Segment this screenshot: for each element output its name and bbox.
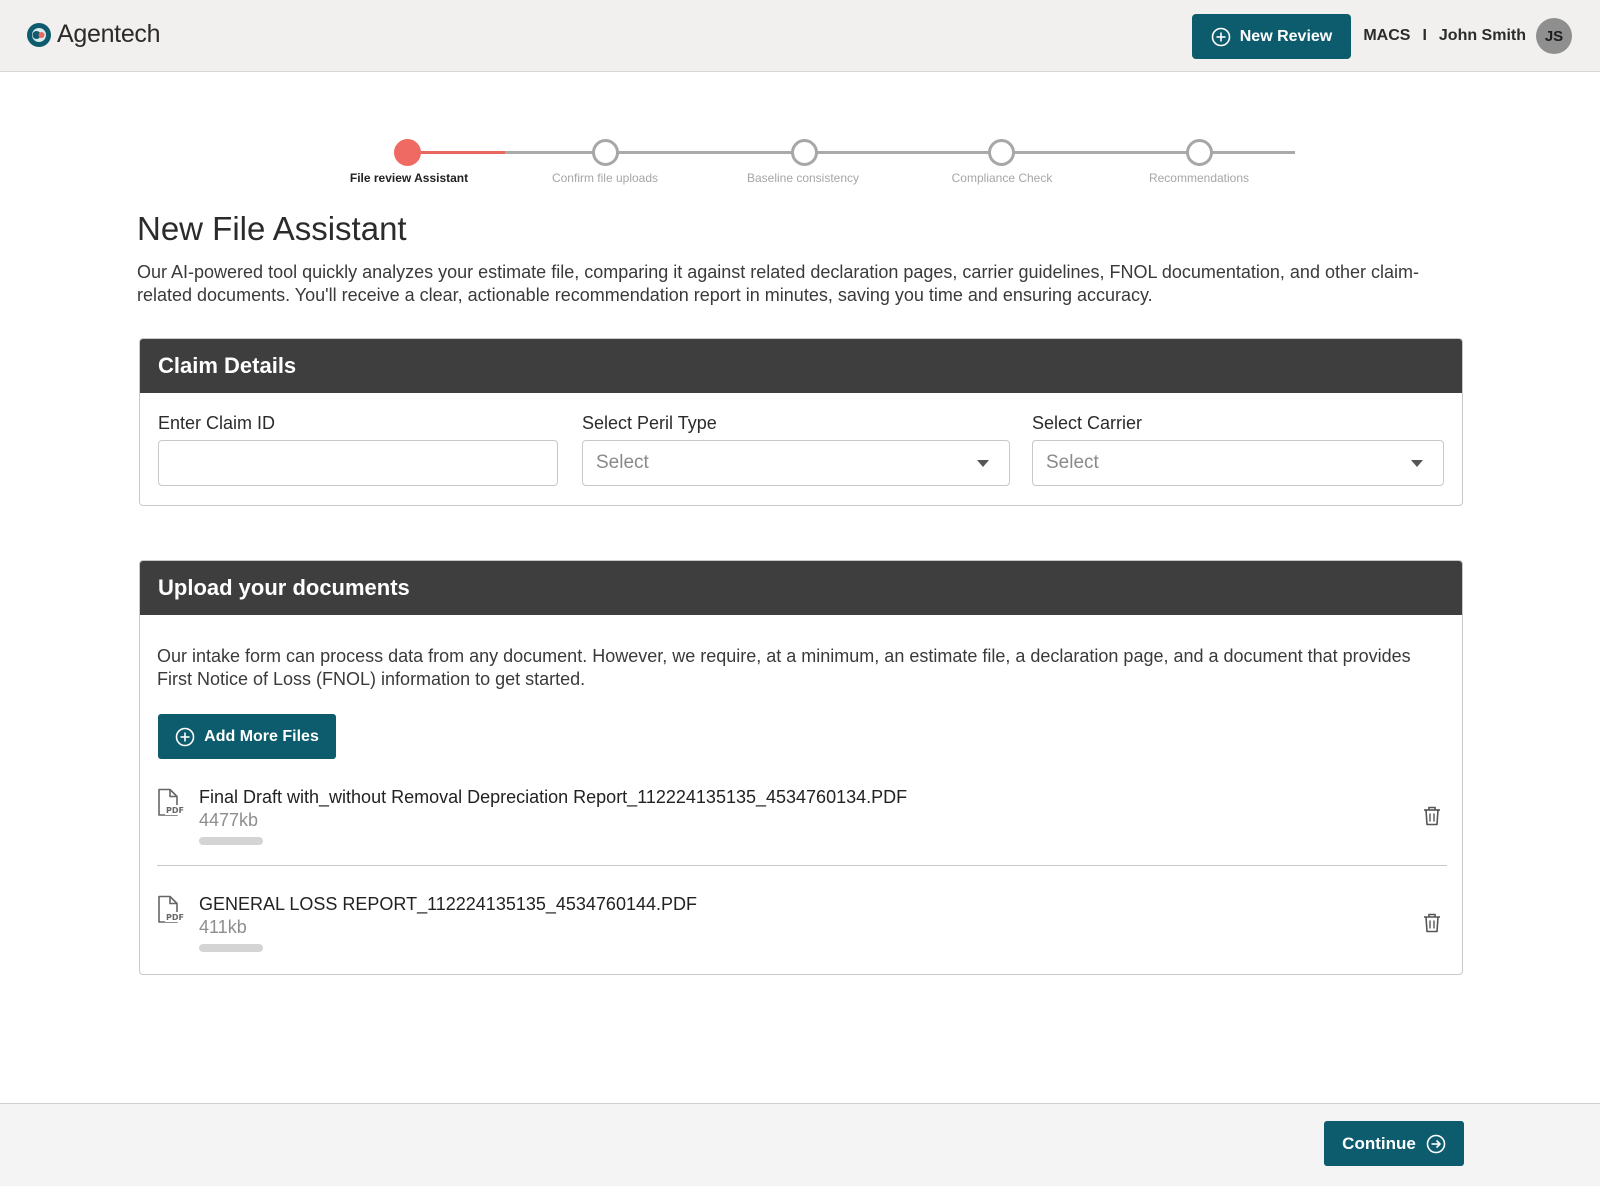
upload-progress-bar [199, 944, 263, 952]
logo[interactable]: Agentech [26, 20, 161, 49]
user-name: John Smith [1438, 27, 1526, 44]
footer-bar: Continue [0, 1103, 1600, 1186]
step-5-dot [1185, 139, 1213, 166]
page-title: New File Assistant [137, 210, 407, 247]
stepper-line-done [407, 151, 505, 154]
chevron-down-icon [1411, 460, 1423, 467]
claim-id-label: Enter Claim ID [158, 413, 276, 433]
top-bar: Agentech New Review MACS I John Smith JS [0, 0, 1600, 72]
file-size: 411kb [199, 917, 247, 937]
file-size: 4477kb [199, 810, 259, 830]
file-item: PDF GENERAL LOSS REPORT_112224135135_453… [157, 881, 1447, 971]
new-review-button[interactable]: New Review [1192, 14, 1351, 59]
stepper-line [505, 151, 1295, 154]
upload-description: Our intake form can process data from an… [157, 646, 1411, 689]
carrier-value: Select [1046, 452, 1099, 473]
plus-circle-icon [175, 727, 195, 746]
upload-progress-fill [199, 944, 263, 952]
continue-button[interactable]: Continue [1324, 1121, 1464, 1166]
peril-type-label: Select Peril Type [582, 413, 717, 433]
continue-label: Continue [1342, 1133, 1416, 1153]
claim-details-title: Claim Details [140, 339, 1462, 393]
trash-icon[interactable] [1423, 913, 1441, 933]
file-divider [157, 865, 1447, 866]
step-4-label: Compliance Check [951, 171, 1053, 185]
step-1-label: File review Assistant [349, 171, 469, 185]
claim-details-card: Claim Details Enter Claim ID Select Peri… [139, 338, 1463, 506]
pdf-file-icon: PDF [158, 788, 184, 816]
file-name: Final Draft with_without Removal Depreci… [199, 787, 908, 807]
peril-type-value: Select [596, 452, 649, 473]
svg-text:PDF: PDF [166, 806, 184, 815]
trash-icon[interactable] [1423, 806, 1441, 826]
user-menu[interactable]: MACS I John Smith JS [1363, 18, 1572, 54]
carrier-select[interactable]: Select [1032, 440, 1444, 486]
chevron-down-icon [977, 460, 989, 467]
step-5-label: Recommendations [1148, 171, 1250, 185]
header-separator: I [1422, 27, 1427, 44]
arrow-right-circle-icon [1426, 1134, 1446, 1153]
file-name: GENERAL LOSS REPORT_112224135135_4534760… [199, 894, 697, 914]
organization-name: MACS [1363, 27, 1411, 44]
new-review-label: New Review [1239, 27, 1333, 45]
add-more-files-label: Add More Files [204, 727, 319, 745]
agentech-logo-icon [27, 22, 51, 47]
avatar[interactable]: JS [1536, 18, 1572, 54]
progress-stepper: File review Assistant Confirm file uploa… [330, 137, 1295, 197]
logo-text: Agentech [57, 20, 161, 48]
file-item: PDF Final Draft with_without Removal Dep… [157, 774, 1447, 864]
step-4-dot [987, 139, 1015, 166]
svg-text:PDF: PDF [166, 913, 184, 922]
page-intro: Our AI-powered tool quickly analyzes you… [137, 262, 1419, 305]
upload-documents-title: Upload your documents [140, 561, 1462, 615]
upload-progress-bar [199, 837, 263, 845]
step-1-dot [393, 139, 421, 166]
step-3-dot [790, 139, 818, 166]
plus-circle-icon [1211, 27, 1231, 46]
carrier-label: Select Carrier [1032, 413, 1143, 433]
step-2-dot [591, 139, 619, 166]
claim-id-input[interactable] [158, 440, 558, 486]
step-3-label: Baseline consistency [746, 171, 860, 185]
upload-documents-card: Upload your documents Our intake form ca… [139, 560, 1463, 975]
upload-progress-fill [199, 837, 263, 845]
add-more-files-button[interactable]: Add More Files [158, 714, 336, 759]
peril-type-select[interactable]: Select [582, 440, 1010, 486]
step-2-label: Confirm file uploads [551, 171, 659, 185]
pdf-file-icon: PDF [158, 895, 184, 923]
